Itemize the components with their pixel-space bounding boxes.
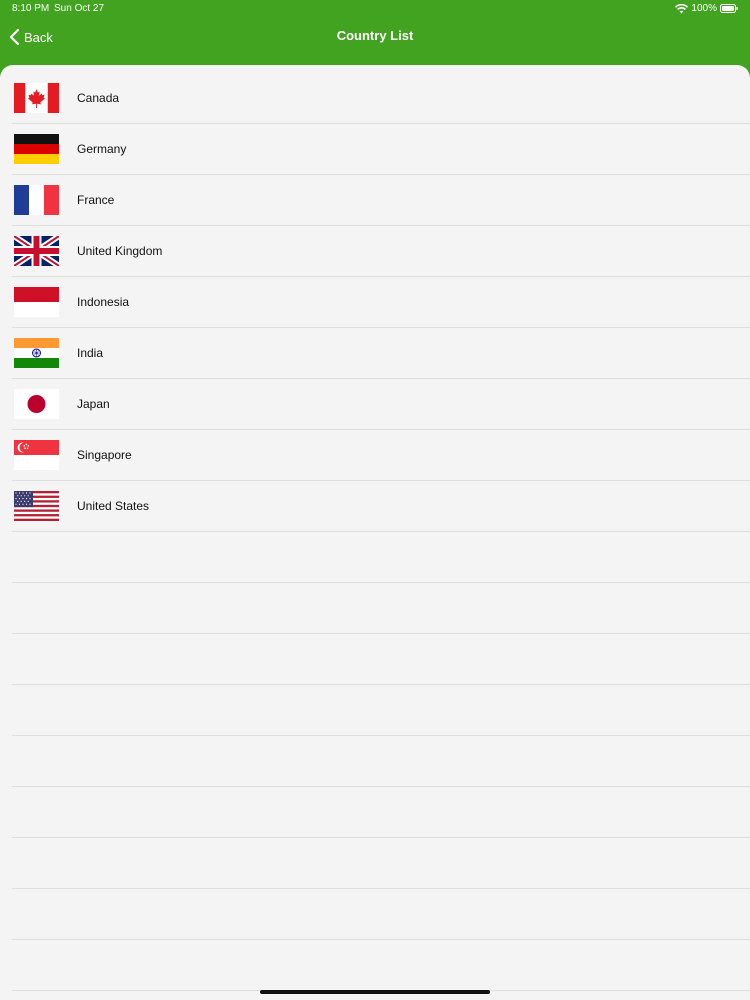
list-item-germany[interactable]: Germany [0, 116, 750, 167]
germany-flag-icon [14, 134, 59, 164]
list-item-united-kingdom[interactable]: United Kingdom [0, 218, 750, 269]
canada-flag-icon [14, 83, 59, 113]
country-list: Canada Germany France United Kingdom Ind… [0, 65, 750, 1000]
list-item-singapore[interactable]: Singapore [0, 422, 750, 473]
list-item-india[interactable]: India [0, 320, 750, 371]
japan-flag-icon [14, 389, 59, 419]
empty-row-separator [12, 939, 750, 940]
list-item-japan[interactable]: Japan [0, 371, 750, 422]
france-flag-icon [14, 185, 59, 215]
status-date: Sun Oct 27 [54, 3, 105, 14]
empty-row-separator [12, 633, 750, 634]
empty-row-separator [12, 684, 750, 685]
navigation-bar: Back Country List [0, 18, 750, 64]
list-item-canada[interactable]: Canada [0, 65, 750, 116]
country-name: United Kingdom [77, 244, 163, 258]
empty-row-separator [12, 888, 750, 889]
country-name: Singapore [77, 448, 132, 462]
battery-icon [720, 4, 738, 13]
list-item-france[interactable]: France [0, 167, 750, 218]
list-item-indonesia[interactable]: Indonesia [0, 269, 750, 320]
empty-row-separator [12, 786, 750, 787]
row-separator [12, 531, 750, 532]
indonesia-flag-icon [14, 287, 59, 317]
india-flag-icon [14, 338, 59, 368]
united-states-flag-icon [14, 491, 59, 521]
country-name: Canada [77, 91, 120, 105]
singapore-flag-icon [14, 440, 59, 470]
empty-row-separator [12, 582, 750, 583]
country-name: United States [77, 499, 150, 513]
battery-percent: 100% [691, 3, 717, 14]
country-name: Indonesia [77, 295, 130, 309]
country-name: India [77, 346, 104, 360]
country-name: Germany [77, 142, 127, 156]
home-indicator[interactable] [260, 990, 490, 994]
empty-row-separator [12, 735, 750, 736]
status-indicators: 100% [675, 2, 738, 15]
list-item-united-states[interactable]: United States [0, 473, 750, 524]
empty-row-separator [12, 837, 750, 838]
status-bar: 8:10 PM Sun Oct 27 100% [0, 0, 750, 18]
status-time: 8:10 PM [12, 3, 50, 14]
page-title: Country List [336, 28, 414, 43]
country-name: France [77, 193, 115, 207]
united-kingdom-flag-icon [14, 236, 59, 266]
wifi-icon [675, 3, 689, 14]
country-name: Japan [77, 397, 110, 411]
